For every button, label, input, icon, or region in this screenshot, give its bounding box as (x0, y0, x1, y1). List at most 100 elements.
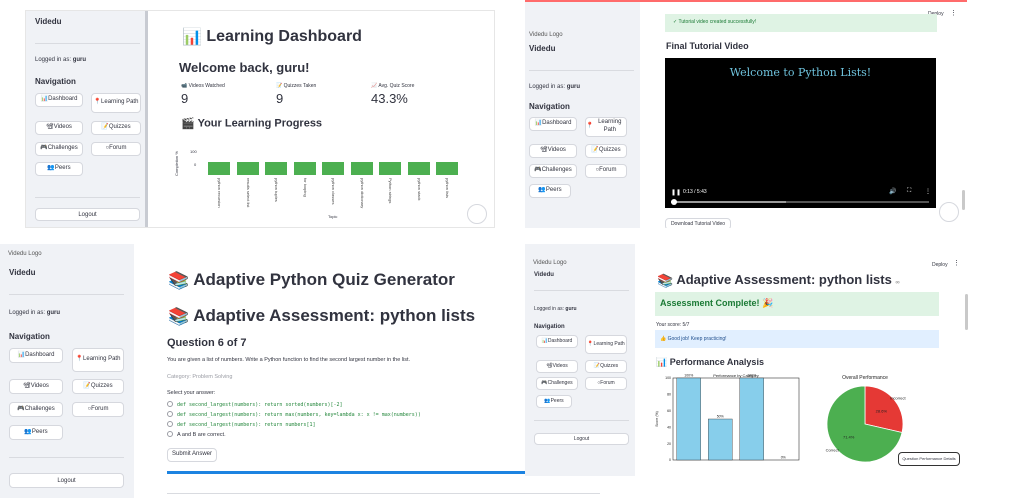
progress-bar (293, 162, 316, 175)
nav-peers-button[interactable]: 👥 Peers (35, 162, 83, 176)
nav-videos-button[interactable]: 📽 Videos (529, 144, 577, 158)
nav-quizzes-button[interactable]: 📝 Quizzes (585, 360, 627, 373)
divider (529, 70, 634, 71)
answer-radio[interactable] (167, 431, 173, 437)
answer-option[interactable]: def second_largest(numbers): return max(… (177, 412, 421, 418)
submit-answer-button[interactable]: Submit Answer (167, 448, 217, 462)
nav-quizzes-button[interactable]: 📝 Quizzes (585, 144, 627, 158)
bar-data-label: 50% (717, 415, 724, 419)
feedback-alert: 👍 Good job! Keep practicing! (655, 330, 939, 348)
nav-learning-path-button[interactable]: 📍 Learning Path (72, 348, 124, 372)
x-tick-label: python stack (416, 178, 422, 201)
success-alert: ✓ Tutorial video created successfully! (665, 14, 937, 32)
books-icon: 📚 (168, 270, 190, 290)
play-pause-icon[interactable]: ❚❚ (671, 189, 681, 196)
logout-button[interactable]: Logout (9, 473, 124, 488)
progress-bar (350, 162, 373, 175)
video-heading: Final Tutorial Video (666, 41, 749, 51)
chart-icon: 📊 (656, 357, 668, 368)
answer-option[interactable]: def second_largest(numbers): return sort… (177, 402, 343, 408)
nav-dashboard-button[interactable]: 📊 Dashboard (529, 117, 577, 131)
nav-title: Navigation (35, 77, 76, 86)
scrollbar[interactable] (965, 294, 968, 330)
x-tick-label: python lists (445, 178, 450, 199)
nav-forum-button[interactable]: ○ Forum (585, 377, 627, 390)
logout-button[interactable]: Logout (534, 433, 629, 445)
answer-radio[interactable] (167, 401, 173, 407)
scrollbar[interactable] (962, 190, 965, 210)
books-icon: 📚 (168, 306, 190, 326)
nav-dashboard-button[interactable]: 📊 Dashboard (536, 335, 578, 348)
nav-learning-path-button[interactable]: 📍 Learning Path (91, 93, 141, 113)
progress-bar (236, 162, 259, 175)
nav-videos-button[interactable]: 📽 Videos (9, 379, 63, 394)
chat-fab[interactable] (939, 202, 959, 222)
progress-bar (436, 162, 458, 175)
nav-challenges-button[interactable]: 🎮 Challenges (529, 164, 577, 178)
y-axis-label: Completion % (174, 151, 179, 176)
chat-fab[interactable] (467, 204, 487, 224)
logo-image: Videdu Logo (8, 251, 42, 257)
deploy-button[interactable]: Deploy (932, 262, 948, 268)
results-title: 📚 Adaptive Assessment: python lists ∞ (657, 272, 900, 288)
logout-button[interactable]: Logout (35, 208, 140, 221)
logged-in-text: Logged in as: guru (529, 84, 581, 90)
quiz-panel: Videdu Logo Videdu Logged in as: guru Na… (0, 244, 600, 498)
nav-quizzes-button[interactable]: 📝 Quizzes (72, 379, 124, 394)
divider (9, 457, 124, 458)
nav-challenges-button[interactable]: 🎮 Challenges (35, 142, 83, 156)
nav-peers-button[interactable]: 👥 Peers (529, 184, 571, 198)
nav-forum-button[interactable]: ○ Forum (585, 164, 627, 178)
nav-dashboard-button[interactable]: 📊 Dashboard (9, 348, 63, 363)
nav-forum-button[interactable]: ○ Forum (72, 402, 124, 417)
nav-challenges-button[interactable]: 🎮 Challenges (536, 377, 578, 390)
logged-in-text: Logged in as: guru (35, 57, 87, 63)
dashboard-panel: Videdu Logged in as: guru Navigation 📊 D… (25, 10, 495, 228)
analysis-title: 📊 Performance Analysis (656, 357, 764, 368)
answer-radio[interactable] (167, 421, 173, 427)
answer-option[interactable]: def second_largest(numbers): return numb… (177, 422, 315, 428)
category-bar (676, 377, 701, 461)
nav-challenges-button[interactable]: 🎮 Challenges (9, 402, 63, 417)
nav-title: Navigation (9, 332, 50, 341)
question-details-button[interactable]: Question Performance Details (898, 452, 960, 466)
nav-learning-path-button[interactable]: 📍 Learning Path (585, 335, 627, 354)
video-menu-icon[interactable]: ⋮ (925, 188, 931, 195)
nav-videos-button[interactable]: 📽 Videos (35, 121, 83, 135)
nav-forum-button[interactable]: ○ Forum (91, 142, 141, 156)
main-menu-icon[interactable]: ⋮ (950, 9, 957, 17)
pie-slice-label: Incorrect (890, 395, 906, 400)
nav-videos-button[interactable]: 📽 Videos (536, 360, 578, 373)
pie-data-label: 71.4% (843, 435, 855, 440)
seek-handle[interactable] (671, 199, 677, 205)
y-tick: 0 (194, 162, 197, 167)
divider (9, 294, 124, 295)
thumbs-up-icon: 👍 (660, 336, 667, 342)
welcome-heading: Welcome back, guru! (179, 60, 310, 75)
party-icon: 🎉 (762, 298, 774, 308)
nav-quizzes-button[interactable]: 📝 Quizzes (91, 121, 141, 135)
nav-peers-button[interactable]: 👥 Peers (536, 395, 572, 408)
link-icon[interactable]: ∞ (895, 280, 899, 286)
volume-icon[interactable]: 🔊 (889, 188, 896, 195)
main-menu-icon[interactable]: ⋮ (953, 259, 960, 267)
answer-radio[interactable] (167, 411, 173, 417)
metric-value: 43.3% (371, 91, 408, 106)
video-player[interactable]: Welcome to Python Lists! ❚❚ 0:13 / 5:43 … (665, 58, 936, 208)
divider (534, 420, 629, 421)
sidebar: Videdu Logo Videdu Logged in as: guru Na… (525, 2, 640, 228)
nav-peers-button[interactable]: 👥 Peers (9, 425, 63, 440)
nav-learning-path-button[interactable]: 📍 Learning Path (585, 117, 627, 137)
seek-bar[interactable] (671, 199, 929, 205)
metric-label: 📝 Quizzes Taken (276, 83, 317, 89)
logo-image: Videdu Logo (529, 32, 563, 38)
fullscreen-icon[interactable]: ⛶ (907, 188, 911, 195)
divider (534, 290, 629, 291)
progress-title: 🎬 Your Learning Progress (181, 117, 323, 130)
download-video-button[interactable]: Download Tutorial Video (665, 218, 731, 228)
answer-option[interactable]: A and B are correct. (177, 432, 226, 438)
nav-title: Navigation (534, 324, 565, 330)
question-heading: Question 6 of 7 (167, 337, 247, 349)
nav-dashboard-button[interactable]: 📊 Dashboard (35, 93, 83, 107)
video-frame-text: Welcome to Python Lists! (729, 66, 872, 79)
